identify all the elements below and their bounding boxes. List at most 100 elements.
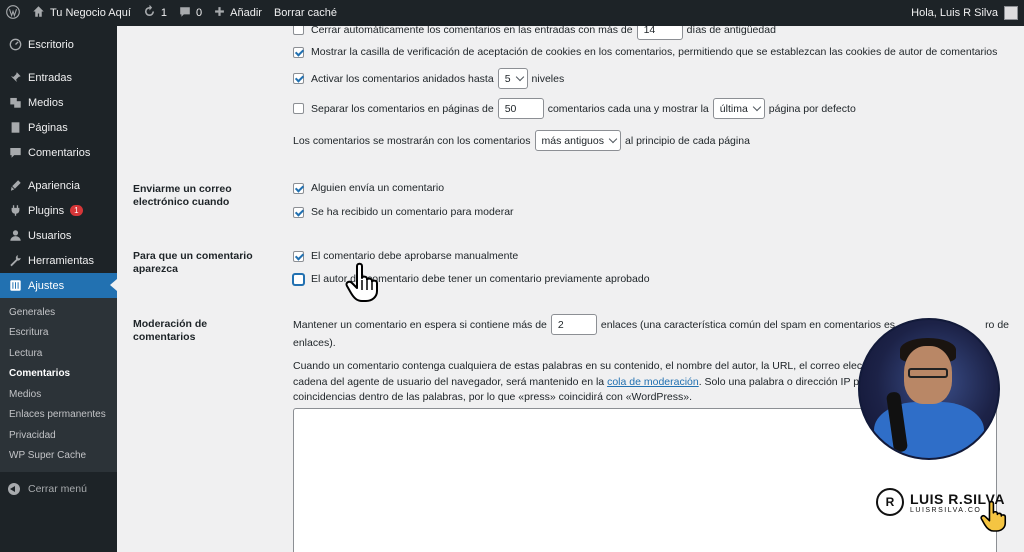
chevron-down-icon	[515, 72, 524, 82]
sidebar-item-entradas[interactable]: Entradas	[0, 65, 117, 90]
add-new-label: Añadir	[230, 7, 262, 19]
close-comments-checkbox[interactable]	[293, 26, 304, 35]
sidebar-item-plugins[interactable]: Plugins 1	[0, 198, 117, 223]
cookies-opt-in-checkbox[interactable]	[293, 46, 304, 58]
greeting: Hola, Luis R Silva	[911, 7, 998, 19]
paginate-comments-label: Separar los comentarios en páginas de	[311, 102, 494, 115]
sidebar-item-label: Entradas	[28, 71, 73, 84]
sidebar-item-label: Escritorio	[28, 38, 74, 51]
sidebar-item-label: Medios	[28, 96, 64, 109]
threaded-comments-checkbox[interactable]	[293, 73, 304, 84]
manual-approve-checkbox[interactable]	[293, 250, 304, 262]
sidebar-item-ajustes[interactable]: Ajustes	[0, 273, 117, 298]
plugins-icon	[8, 204, 22, 218]
cookies-opt-in-label: Mostrar la casilla de verificación de ac…	[311, 46, 998, 58]
keywords-line-2-pre: cadena del agente de usuario del navegad…	[293, 375, 605, 388]
sidebar-item-label: Comentarios	[28, 146, 91, 159]
email-moderation-checkbox[interactable]	[293, 206, 304, 218]
email-anyone-checkbox[interactable]	[293, 182, 304, 194]
sidebar-item-label: Usuarios	[28, 229, 72, 242]
comment-bubble-icon	[179, 6, 191, 21]
comments-per-page-input[interactable]: 50	[497, 98, 544, 119]
chevron-down-icon	[752, 102, 762, 112]
email-anyone-row: Alguien envía un comentario	[293, 182, 444, 194]
sidebar-item-label: Apariencia	[28, 179, 80, 192]
submenu-item-generales[interactable]: Generales	[0, 302, 117, 323]
clear-cache-button[interactable]: Borrar caché	[268, 0, 343, 26]
sidebar-item-label: Ajustes	[28, 279, 65, 292]
paginate-comments-row: Separar los comentarios en páginas de 50…	[293, 98, 856, 119]
collapse-menu-button[interactable]: Cerrar menú	[0, 476, 117, 502]
pin-icon	[8, 71, 22, 85]
collapse-menu-label: Cerrar menú	[28, 483, 87, 495]
previously-approved-checkbox[interactable]	[293, 273, 304, 285]
paginate-comments-mid: comentarios cada una y mostrar la	[547, 102, 709, 115]
updates-count: 1	[160, 7, 168, 19]
hand-cursor-icon	[345, 262, 383, 305]
wp-logo-menu[interactable]	[0, 0, 26, 26]
thread-depth-select[interactable]: 5	[497, 68, 528, 89]
comment-order-value: más antiguos	[541, 134, 604, 147]
threaded-comments-row: Activar los comentarios anidados hasta 5…	[293, 68, 564, 89]
sidebar-item-comentarios[interactable]: Comentarios	[0, 140, 117, 165]
links-hold-suffix-tail: ro de	[985, 318, 1009, 331]
comment-icon	[8, 146, 22, 160]
settings-icon	[8, 279, 22, 293]
manual-approve-row: El comentario debe aprobarse manualmente	[293, 250, 518, 262]
sidebar-item-herramientas[interactable]: Herramientas	[0, 248, 117, 273]
sidebar-item-paginas[interactable]: Páginas	[0, 115, 117, 140]
cookies-opt-in-row: Mostrar la casilla de verificación de ac…	[293, 46, 997, 58]
max-links-input[interactable]: 2	[550, 314, 597, 335]
avatar	[1004, 6, 1018, 20]
moderation-section-heading: Moderación de comentarios	[133, 318, 208, 343]
comment-order-select[interactable]: más antiguos	[534, 130, 621, 151]
submenu-item-escritura[interactable]: Escritura	[0, 323, 117, 344]
email-moderation-label: Se ha recibido un comentario para modera…	[311, 206, 514, 218]
appear-section-heading: Para que un comentario aparezca	[133, 250, 253, 275]
sidebar-item-escritorio[interactable]: Escritorio	[0, 32, 117, 57]
submenu-item-lectura[interactable]: Lectura	[0, 343, 117, 364]
manual-approve-label: El comentario debe aprobarse manualmente	[311, 250, 519, 262]
comments-menu[interactable]: 0	[173, 0, 208, 26]
threaded-comments-suffix: niveles	[531, 72, 565, 85]
thread-depth-value: 5	[504, 72, 511, 85]
comments-count: 0	[196, 7, 203, 19]
presenter-glasses	[908, 368, 948, 378]
sidebar-item-label: Herramientas	[28, 254, 95, 267]
sidebar-item-usuarios[interactable]: Usuarios	[0, 223, 117, 248]
admin-sidebar: Escritorio Entradas Medios Páginas Comen…	[0, 26, 117, 552]
logo-hand-cursor-icon	[980, 500, 1010, 535]
close-comments-days-input[interactable]: 14	[636, 26, 683, 40]
email-anyone-label: Alguien envía un comentario	[311, 182, 445, 194]
submenu-item-medios[interactable]: Medios	[0, 384, 117, 405]
paginate-comments-checkbox[interactable]	[293, 103, 304, 114]
email-moderation-row: Se ha recibido un comentario para modera…	[293, 206, 514, 218]
pages-icon	[8, 121, 22, 135]
clear-cache-label: Borrar caché	[273, 7, 337, 19]
submenu-item-comentarios[interactable]: Comentarios	[0, 364, 117, 385]
settings-content: Cerrar automáticamente los comentarios e…	[117, 26, 1024, 552]
email-section-heading: Enviarme un correo electrónico cuando	[133, 183, 232, 208]
site-name: Tu Negocio Aquí	[50, 7, 131, 19]
new-content-menu[interactable]: Añadir	[208, 0, 268, 26]
default-page-select[interactable]: última	[712, 98, 765, 119]
comment-order-row: Los comentarios se mostrarán con los com…	[293, 130, 750, 151]
comment-order-suffix: al principio de cada página	[624, 134, 750, 147]
brand-mark-icon: R	[876, 488, 904, 516]
sidebar-item-label: Páginas	[28, 121, 68, 134]
presenter-webcam	[858, 318, 1000, 460]
comment-order-label: Los comentarios se mostrarán con los com…	[293, 134, 531, 147]
my-account-menu[interactable]: Hola, Luis R Silva	[911, 6, 1024, 20]
moderation-queue-link[interactable]: cola de moderación	[607, 376, 699, 388]
sidebar-item-label: Plugins	[28, 204, 65, 217]
submenu-item-privacidad[interactable]: Privacidad	[0, 425, 117, 446]
submenu-item-wp-super-cache[interactable]: WP Super Cache	[0, 446, 117, 467]
sidebar-item-apariencia[interactable]: Apariencia	[0, 173, 117, 198]
appearance-icon	[8, 179, 22, 193]
updates-menu[interactable]: 1	[137, 0, 173, 26]
submenu-item-enlaces-permanentes[interactable]: Enlaces permanentes	[0, 405, 117, 426]
collapse-arrow-icon	[8, 483, 20, 495]
default-page-value: última	[719, 102, 748, 115]
sidebar-item-medios[interactable]: Medios	[0, 90, 117, 115]
site-name-menu[interactable]: Tu Negocio Aquí	[26, 0, 137, 26]
